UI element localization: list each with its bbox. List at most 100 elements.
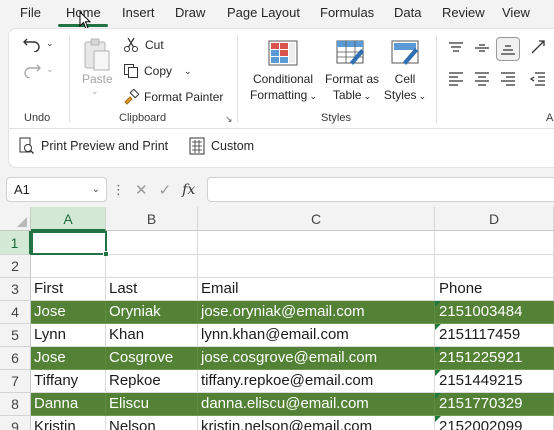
row-header-1[interactable]: 1: [0, 231, 31, 255]
cell-d1[interactable]: [435, 231, 554, 255]
data-cell-first[interactable]: Lynn: [31, 324, 106, 347]
tab-formulas[interactable]: Formulas: [320, 5, 374, 20]
data-cell-email[interactable]: jose.cosgrove@email.com: [198, 347, 435, 370]
insert-function-icon[interactable]: fx: [182, 182, 195, 198]
data-cell-first[interactable]: Jose: [31, 301, 106, 324]
undo-icon[interactable]: [23, 36, 41, 52]
data-cell-first[interactable]: Kristin: [31, 416, 106, 430]
print-preview-button[interactable]: Print Preview and Print: [17, 137, 168, 155]
data-cell-last[interactable]: Eliscu: [106, 393, 198, 416]
formula-input[interactable]: [207, 177, 554, 202]
cell-b2[interactable]: [106, 255, 198, 278]
cell-text: Jose: [34, 349, 66, 366]
row-header-2[interactable]: 2: [0, 255, 31, 278]
cut-button[interactable]: Cut: [123, 37, 164, 53]
header-cell-last[interactable]: Last: [106, 278, 198, 301]
column-header-a[interactable]: A: [31, 207, 106, 231]
header-cell-first[interactable]: First: [31, 278, 106, 301]
cell-d2[interactable]: [435, 255, 554, 278]
copy-button[interactable]: Copy ⌄: [123, 63, 192, 79]
data-cell-last[interactable]: Nelson: [106, 416, 198, 430]
cell-text: jose.oryniak@email.com: [201, 303, 365, 320]
row-header-3[interactable]: 3: [0, 278, 31, 301]
custom-view-button[interactable]: Custom: [189, 137, 254, 155]
formula-bar-controls: ⋮ ✕ ✓ fx: [112, 177, 204, 202]
row-header-4[interactable]: 4: [0, 301, 31, 324]
cell-text: Last: [109, 280, 138, 297]
cell-text: 2151449215: [439, 372, 523, 389]
align-bottom-button[interactable]: [496, 37, 520, 61]
cell-c1[interactable]: [198, 231, 435, 255]
number-as-text-indicator-icon: [435, 347, 441, 353]
paste-dropdown-icon[interactable]: ⌄: [91, 86, 99, 97]
print-preview-icon: [19, 137, 34, 154]
data-cell-last[interactable]: Oryniak: [106, 301, 198, 324]
data-cell-email[interactable]: danna.eliscu@email.com: [198, 393, 435, 416]
copy-dropdown-icon[interactable]: ⌄: [184, 66, 192, 77]
formula-bar: A1 ⌄ ⋮ ✕ ✓ fx: [0, 172, 554, 206]
data-cell-last[interactable]: Khan: [106, 324, 198, 347]
data-cell-email[interactable]: tiffany.repkoe@email.com: [198, 370, 435, 393]
active-cell-a1[interactable]: [31, 231, 107, 255]
cell-styles-label-2: Styles: [383, 88, 417, 102]
paste-button[interactable]: Paste: [82, 72, 113, 86]
decrease-indent-icon[interactable]: [530, 72, 546, 86]
cancel-entry-icon[interactable]: ✕: [135, 181, 148, 199]
row-header-5[interactable]: 5: [0, 324, 31, 347]
more-options-icon[interactable]: ⋮: [112, 182, 125, 198]
select-all-button[interactable]: [0, 207, 31, 231]
align-middle-icon[interactable]: [474, 42, 490, 54]
row-header-9[interactable]: 9: [0, 416, 31, 430]
data-cell-phone[interactable]: 2151770329: [435, 393, 554, 416]
data-cell-email[interactable]: lynn.khan@email.com: [198, 324, 435, 347]
column-header-c[interactable]: C: [198, 207, 435, 231]
data-cell-phone[interactable]: 2151449215: [435, 370, 554, 393]
undo-dropdown-icon[interactable]: ⌄: [46, 38, 54, 49]
data-cell-last[interactable]: Repkoe: [106, 370, 198, 393]
header-cell-phone[interactable]: Phone: [435, 278, 554, 301]
tab-page-layout[interactable]: Page Layout: [227, 5, 300, 20]
row-header-6[interactable]: 6: [0, 347, 31, 370]
cell-a2[interactable]: [31, 255, 106, 278]
data-cell-email[interactable]: kristin.nelson@email.com: [198, 416, 435, 430]
tab-draw[interactable]: Draw: [175, 5, 205, 20]
fill-handle[interactable]: [103, 251, 109, 257]
chevron-down-icon[interactable]: ⌄: [92, 184, 100, 195]
format-as-table-label-1: Format as: [324, 72, 379, 86]
tab-insert[interactable]: Insert: [122, 5, 155, 20]
align-right-icon[interactable]: [500, 72, 516, 86]
data-cell-last[interactable]: Cosgrove: [106, 347, 198, 370]
align-left-icon[interactable]: [448, 72, 464, 86]
data-cell-phone[interactable]: 2151225921: [435, 347, 554, 370]
data-cell-first[interactable]: Danna: [31, 393, 106, 416]
tab-review[interactable]: Review: [442, 5, 485, 20]
orientation-icon[interactable]: [530, 39, 546, 55]
data-cell-phone[interactable]: 2151117459: [435, 324, 554, 347]
tab-data[interactable]: Data: [394, 5, 421, 20]
confirm-entry-icon[interactable]: ✓: [159, 181, 172, 199]
data-cell-phone[interactable]: 2151003484: [435, 301, 554, 324]
data-cell-first[interactable]: Jose: [31, 347, 106, 370]
conditional-formatting-button[interactable]: Conditional Formatting ⌄: [250, 71, 317, 104]
tab-view[interactable]: View: [502, 5, 530, 20]
format-painter-button[interactable]: Format Painter: [123, 89, 223, 105]
cell-styles-button[interactable]: Cell Styles ⌄: [381, 71, 429, 104]
data-cell-email[interactable]: jose.oryniak@email.com: [198, 301, 435, 324]
row-header-8[interactable]: 8: [0, 393, 31, 416]
cell-text: Tiffany: [34, 372, 79, 389]
data-cell-phone[interactable]: 2152002099: [435, 416, 554, 430]
format-as-table-button[interactable]: Format as Table ⌄: [321, 71, 383, 104]
column-header-b[interactable]: B: [106, 207, 198, 231]
cell-c2[interactable]: [198, 255, 435, 278]
name-box[interactable]: A1 ⌄: [6, 177, 107, 202]
cell-b1[interactable]: [106, 231, 198, 255]
row-header-7[interactable]: 7: [0, 370, 31, 393]
header-cell-email[interactable]: Email: [198, 278, 435, 301]
tab-file[interactable]: File: [20, 5, 41, 20]
data-cell-first[interactable]: Tiffany: [31, 370, 106, 393]
align-center-icon[interactable]: [474, 72, 490, 86]
column-header-d[interactable]: D: [435, 207, 554, 231]
align-top-icon[interactable]: [448, 42, 464, 54]
clipboard-launcher-icon[interactable]: ↘: [225, 114, 233, 125]
styles-group-label: Styles: [321, 112, 351, 124]
